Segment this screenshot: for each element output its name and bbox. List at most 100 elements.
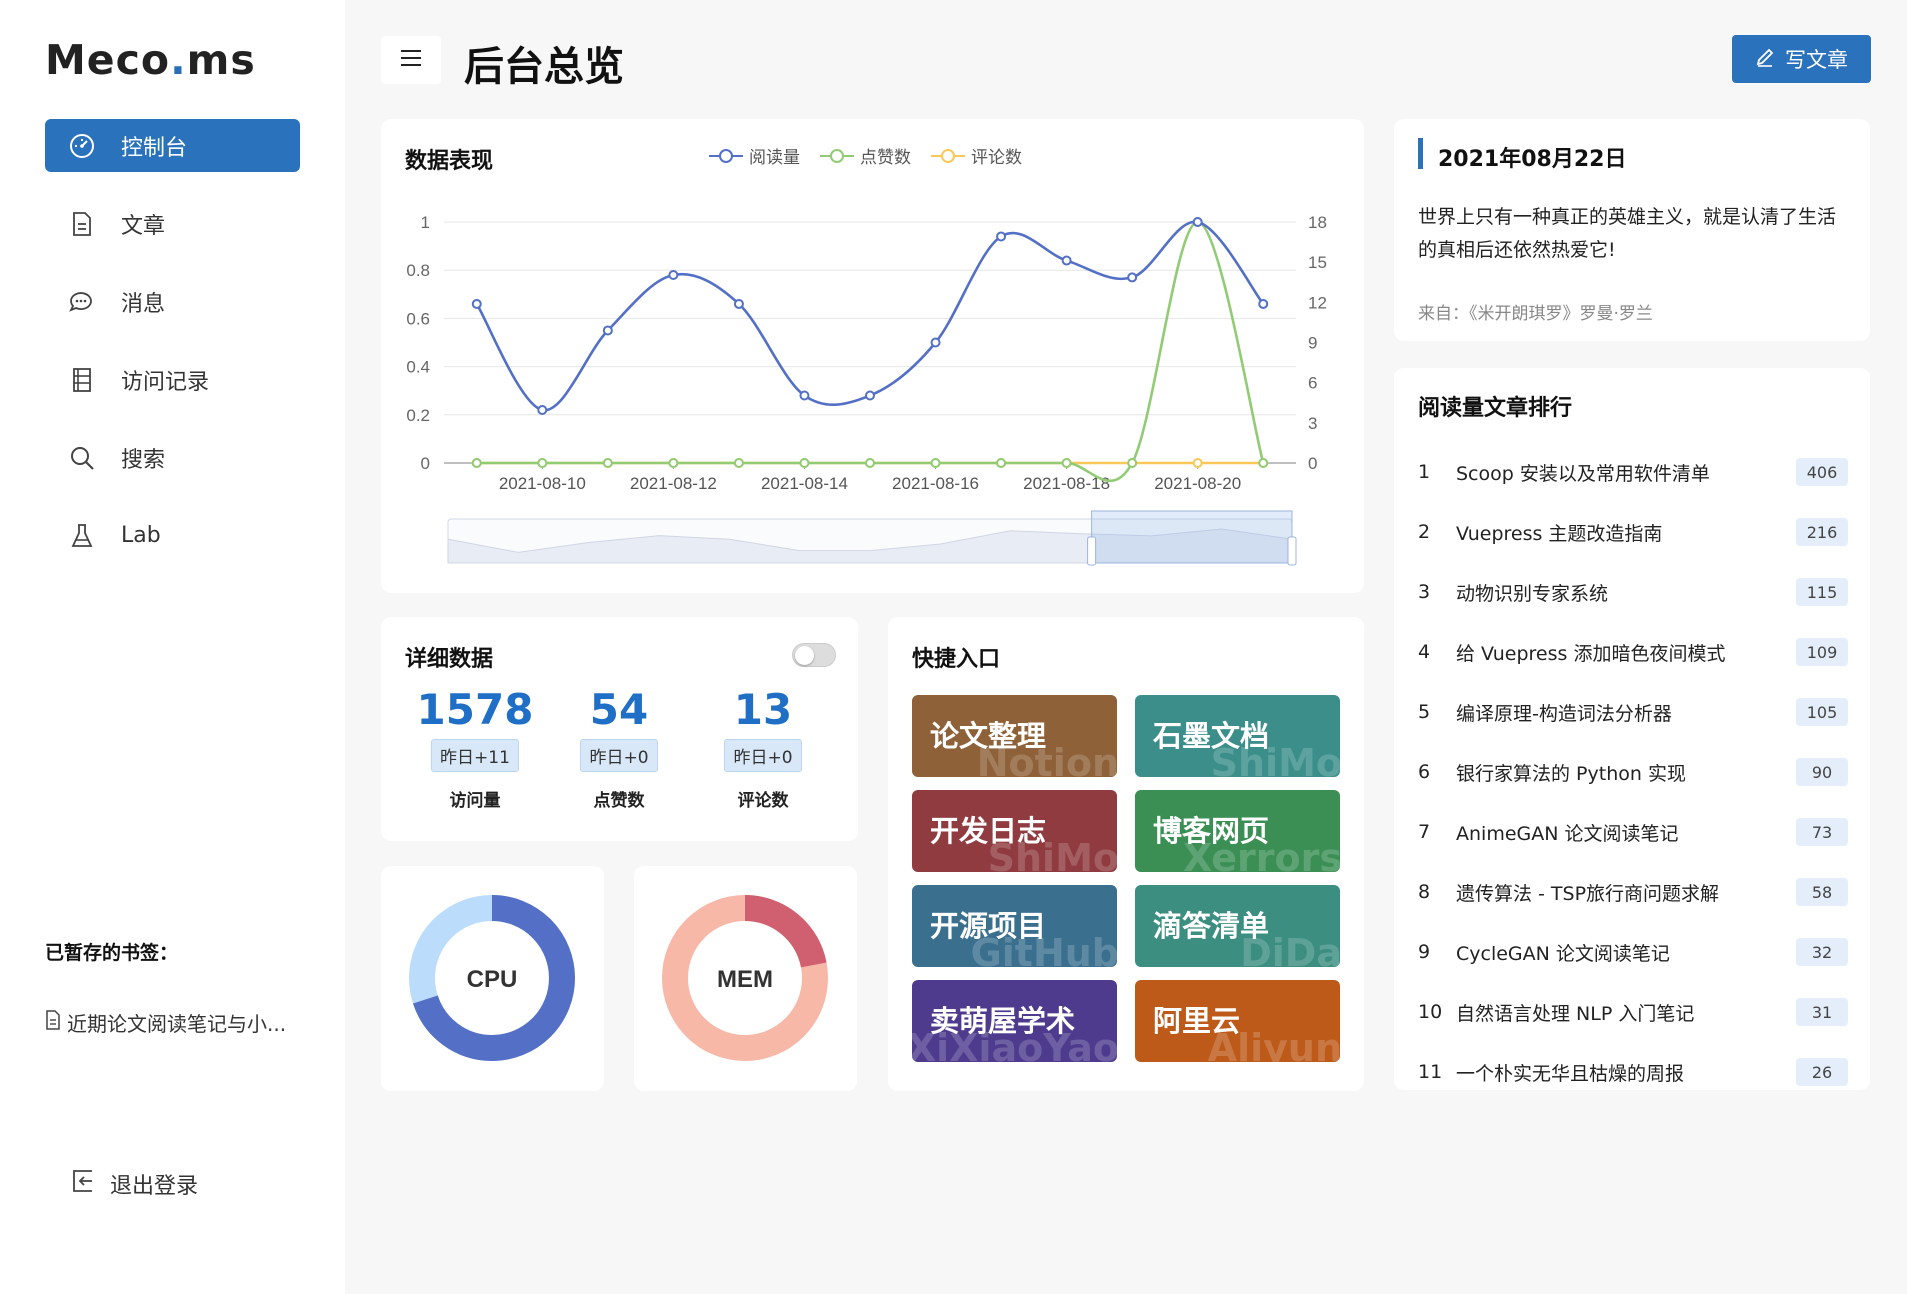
- log-list-icon: [67, 365, 97, 395]
- rank-count-badge: 31: [1796, 998, 1848, 1026]
- data-point[interactable]: [1192, 217, 1203, 227]
- read-ranking-card: 阅读量文章排行 1 Scoop 安装以及常用软件清单 406 2 Vuepress 主题…: [1394, 368, 1870, 1090]
- data-point[interactable]: [1258, 298, 1269, 309]
- rank-count-badge: 406: [1796, 458, 1848, 486]
- sidebar-item-access-log[interactable]: 访问记录: [45, 353, 300, 406]
- quick-links-card: 快捷入口 论文整理 Notion 石墨文档 ShiMo 开发日志 ShiMo 博客网页 Xer…: [888, 617, 1364, 1091]
- rank-count-badge: 58: [1796, 878, 1848, 906]
- bookmark-item[interactable]: 近期论文阅读笔记与小...: [45, 1008, 286, 1037]
- data-point[interactable]: [602, 325, 613, 336]
- pencil-icon: [1755, 47, 1775, 72]
- rank-row[interactable]: 9 CycleGAN 论文阅读笔记 32: [1418, 932, 1848, 972]
- data-point[interactable]: [930, 337, 941, 348]
- quick-link-tile[interactable]: 石墨文档 ShiMo: [1135, 695, 1340, 777]
- sidebar-item-label: Lab: [121, 523, 161, 548]
- stat-value: 1578: [416, 685, 534, 734]
- data-point[interactable]: [1127, 272, 1138, 283]
- data-point[interactable]: [799, 458, 810, 468]
- zoom-window[interactable]: [1091, 510, 1293, 564]
- data-point[interactable]: [996, 231, 1007, 242]
- data-point[interactable]: [865, 458, 875, 468]
- sidebar-item-dashboard[interactable]: 控制台: [45, 119, 300, 172]
- data-point[interactable]: [733, 298, 744, 309]
- data-point[interactable]: [1258, 458, 1269, 468]
- sidebar-item-label: 控制台: [121, 135, 188, 161]
- data-point[interactable]: [996, 458, 1007, 468]
- quick-card-title: 快捷入口: [912, 647, 1001, 672]
- document-icon: [45, 1010, 61, 1035]
- y-right-tick-label: 0: [1308, 454, 1317, 473]
- quick-link-tile[interactable]: 开发日志 ShiMo: [912, 790, 1117, 872]
- logout-icon: [70, 1168, 96, 1200]
- menu-toggle-button[interactable]: [381, 36, 441, 84]
- rank-row[interactable]: 8 遗传算法 - TSP旅行商问题求解 58: [1418, 872, 1848, 912]
- data-point[interactable]: [1192, 458, 1203, 468]
- data-point[interactable]: [1061, 255, 1072, 266]
- x-tick-label: 2021-08-10: [499, 474, 586, 493]
- rank-count-badge: 90: [1796, 758, 1848, 786]
- rank-title: Scoop 安装以及常用软件清单: [1456, 462, 1710, 485]
- stat-delta: 昨日+0: [724, 739, 802, 772]
- toggle-knob: [795, 646, 814, 665]
- quick-link-tile[interactable]: 博客网页 Xerrors: [1135, 790, 1340, 872]
- sidebar-item-articles[interactable]: 文章: [45, 197, 300, 250]
- y-right-tick-label: 9: [1308, 334, 1317, 353]
- quick-link-label: 滴答清单: [1153, 909, 1270, 943]
- write-article-button[interactable]: 写文章: [1732, 35, 1871, 83]
- sidebar-item-label: 访问记录: [121, 369, 210, 395]
- rank-row[interactable]: 4 给 Vuepress 添加暗色夜间模式 109: [1418, 632, 1848, 672]
- x-tick-label: 2021-08-16: [892, 474, 979, 493]
- stat-likes: 54 昨日+0 点赞数: [549, 689, 689, 811]
- data-point[interactable]: [799, 390, 810, 401]
- quick-link-tile[interactable]: 论文整理 Notion: [912, 695, 1117, 777]
- rank-row[interactable]: 11 一个朴实无华且枯燥的周报 26: [1418, 1052, 1848, 1090]
- data-point[interactable]: [1061, 458, 1072, 468]
- rank-row[interactable]: 6 银行家算法的 Python 实现 90: [1418, 752, 1848, 792]
- series-line: [475, 220, 1265, 412]
- rank-row[interactable]: 1 Scoop 安装以及常用软件清单 406: [1418, 452, 1848, 492]
- data-point[interactable]: [865, 390, 875, 401]
- data-point[interactable]: [537, 458, 548, 468]
- stat-visits: 1578 昨日+11 访问量: [405, 685, 545, 812]
- data-point[interactable]: [733, 458, 744, 468]
- hamburger-icon: [399, 48, 423, 72]
- data-point[interactable]: [668, 458, 679, 468]
- rank-row[interactable]: 2 Vuepress 主题改造指南 216: [1418, 512, 1848, 552]
- sidebar-item-lab[interactable]: Lab: [45, 509, 300, 562]
- sidebar-item-messages[interactable]: 消息: [45, 275, 300, 328]
- rank-title: 遗传算法 - TSP旅行商问题求解: [1456, 882, 1720, 905]
- data-point[interactable]: [537, 404, 548, 415]
- rank-row[interactable]: 10 自然语言处理 NLP 入门笔记 31: [1418, 992, 1848, 1032]
- zoom-handle-right[interactable]: [1287, 536, 1297, 566]
- quick-link-tile[interactable]: 阿里云 Aliyun: [1135, 980, 1340, 1062]
- search-icon: [67, 443, 97, 473]
- quick-link-label: 开发日志: [930, 814, 1047, 848]
- data-point[interactable]: [602, 458, 613, 468]
- quote-date: 2021年08月22日: [1438, 147, 1627, 172]
- logout-button[interactable]: 退出登录: [70, 1168, 198, 1200]
- rank-row[interactable]: 7 AnimeGAN 论文阅读笔记 73: [1418, 812, 1848, 852]
- rank-row[interactable]: 3 动物识别专家系统 115: [1418, 572, 1848, 612]
- rank-title: Vuepress 主题改造指南: [1456, 522, 1663, 545]
- daily-quote-card: 2021年08月22日 世界上只有一种真正的英雄主义，就是认清了生活的真相后还依…: [1394, 119, 1870, 341]
- y-right-tick-label: 12: [1308, 293, 1327, 312]
- data-point[interactable]: [471, 298, 482, 309]
- data-point[interactable]: [668, 270, 679, 281]
- rank-index: 6: [1418, 761, 1431, 783]
- sidebar-item-search[interactable]: 搜索: [45, 431, 300, 484]
- rank-count-badge: 32: [1796, 938, 1848, 966]
- y-left-tick-label: 0.2: [406, 406, 430, 425]
- chat-bubbles-icon: [67, 287, 97, 317]
- rank-card-title: 阅读量文章排行: [1418, 396, 1573, 421]
- detail-toggle-switch[interactable]: [792, 643, 836, 667]
- data-point[interactable]: [1127, 458, 1138, 468]
- quick-link-tile[interactable]: 开源项目 GitHub: [912, 885, 1117, 967]
- quick-link-tile[interactable]: 卖萌屋学术 XiXiaoYao: [912, 980, 1117, 1062]
- data-point[interactable]: [930, 458, 941, 468]
- rank-row[interactable]: 5 编译原理-构造词法分析器 105: [1418, 692, 1848, 732]
- cpu-label: CPU: [467, 966, 518, 993]
- zoom-handle-left[interactable]: [1087, 536, 1097, 566]
- quick-link-tile[interactable]: 滴答清单 DiDa: [1135, 885, 1340, 967]
- data-point[interactable]: [471, 458, 482, 468]
- app-logo[interactable]: Meco.ms: [45, 36, 256, 84]
